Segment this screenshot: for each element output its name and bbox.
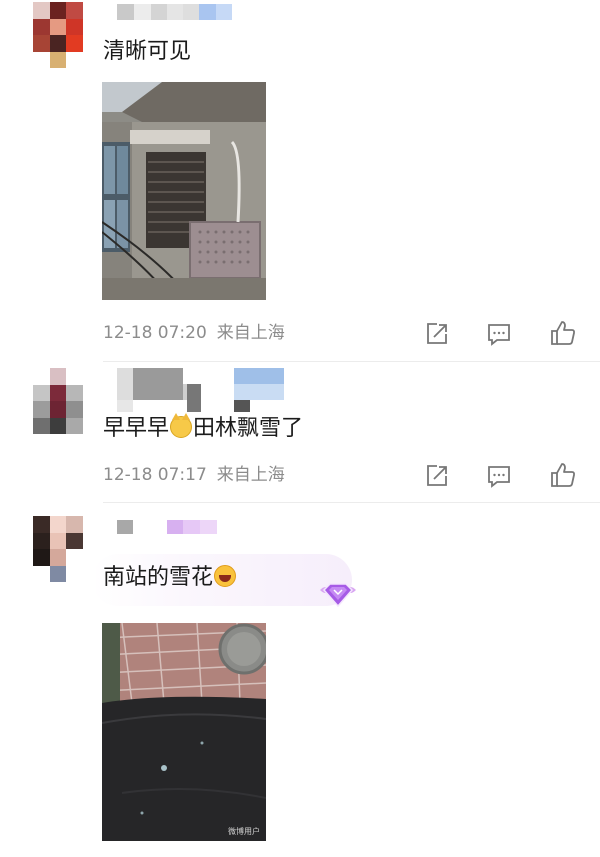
username-blurred[interactable] <box>117 520 217 534</box>
comment-photo-snow[interactable]: 微博用户 <box>102 623 266 841</box>
diamond-badge-icon <box>316 576 360 610</box>
comment-icon[interactable] <box>486 463 512 489</box>
comment-text: 早早早 田林飘雪了 <box>103 413 304 441</box>
comment-photo-building[interactable] <box>102 82 266 300</box>
comment-meta: 12-18 07:20 来自上海 <box>103 321 285 345</box>
timestamp: 12-18 07:20 <box>103 323 207 343</box>
username-blurred[interactable] <box>117 4 232 20</box>
comment-meta: 12-18 07:17 来自上海 <box>103 463 285 487</box>
avatar[interactable] <box>33 368 83 434</box>
like-icon[interactable] <box>549 461 575 487</box>
cat-emoji-icon <box>170 413 193 438</box>
share-icon[interactable] <box>424 321 450 347</box>
username-blurred[interactable] <box>117 368 287 412</box>
location: 来自上海 <box>216 465 285 485</box>
divider <box>103 361 600 362</box>
avatar[interactable] <box>33 2 83 68</box>
comment-text: 南站的雪花 <box>103 563 237 593</box>
avatar[interactable] <box>33 516 83 582</box>
like-icon[interactable] <box>549 319 575 345</box>
laughing-emoji-icon <box>214 565 237 587</box>
comment-text: 清晰可见 <box>103 39 192 64</box>
timestamp: 12-18 07:17 <box>103 465 207 485</box>
comment-icon[interactable] <box>486 321 512 347</box>
photo-watermark: 微博用户 <box>228 827 260 836</box>
share-icon[interactable] <box>424 463 450 489</box>
divider <box>103 502 600 503</box>
location: 来自上海 <box>216 323 285 343</box>
